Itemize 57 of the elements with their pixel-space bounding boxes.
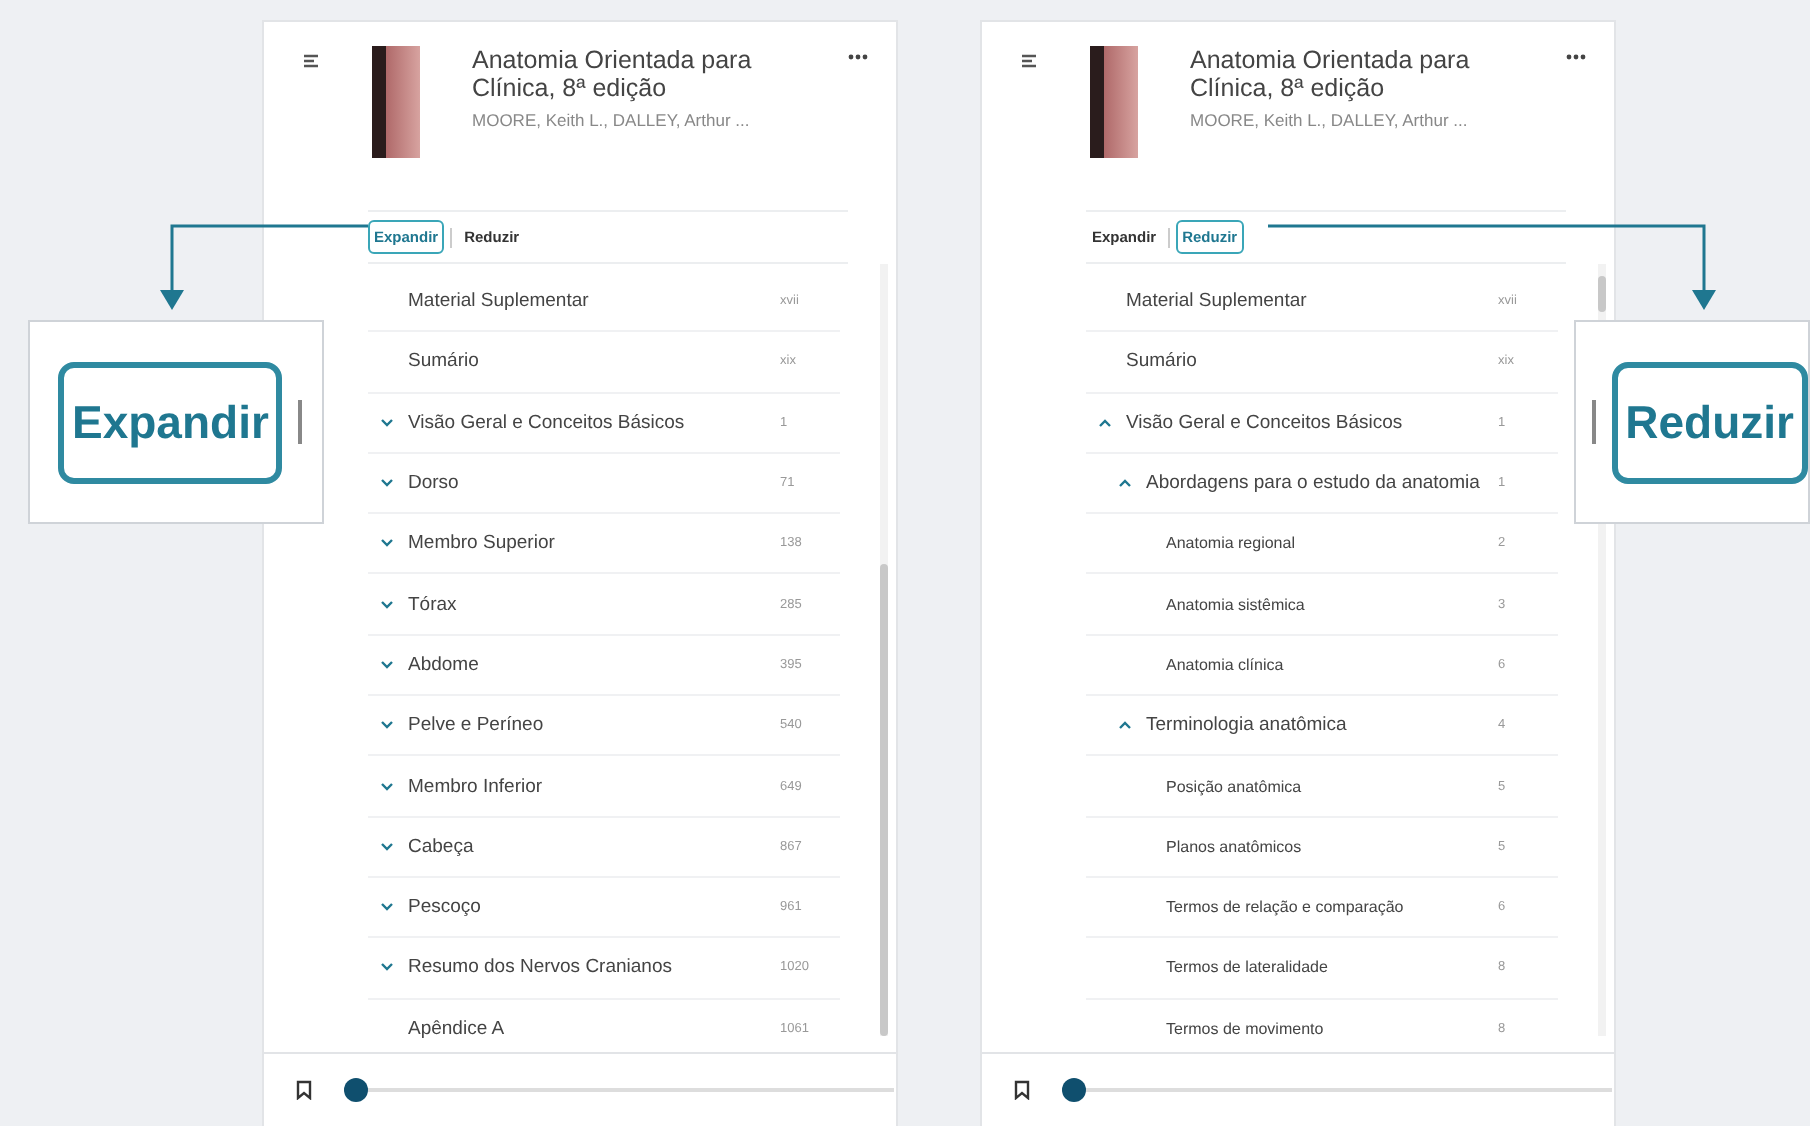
toc-entry-title: Termos de relação e comparação bbox=[1166, 898, 1406, 917]
toc-entry-title: Apêndice A bbox=[408, 1017, 507, 1040]
bookmark-icon[interactable] bbox=[296, 1080, 312, 1100]
book-title: Anatomia Orientada para Clínica, 8ª edição bbox=[472, 46, 754, 102]
chevron-down-icon[interactable] bbox=[380, 538, 394, 549]
book-cover-placeholder bbox=[1090, 46, 1138, 158]
menu-icon[interactable] bbox=[304, 54, 320, 68]
chevron-down-icon[interactable] bbox=[380, 599, 394, 610]
toc-entry-title: Material Suplementar bbox=[1126, 290, 1309, 313]
toc-entry-title: Anatomia sistêmica bbox=[1166, 595, 1307, 614]
toc-entry-title: Sumário bbox=[408, 350, 481, 373]
toc-entry-title: Cabeça bbox=[408, 835, 476, 858]
chevron-up-icon[interactable] bbox=[1098, 417, 1112, 428]
slider-thumb[interactable] bbox=[344, 1078, 368, 1102]
menu-icon[interactable] bbox=[1022, 54, 1038, 68]
chevron-down-icon[interactable] bbox=[380, 478, 394, 489]
toc-entry-title: Sumário bbox=[1126, 350, 1199, 373]
toc-entry-title: Pescoço bbox=[408, 896, 483, 919]
zoomed-toggle-button[interactable]: Reduzir bbox=[1611, 361, 1808, 483]
chevron-up-icon[interactable] bbox=[1118, 720, 1132, 731]
toc-entry-title: Material Suplementar bbox=[408, 290, 591, 313]
scrollbar-thumb[interactable] bbox=[1598, 276, 1606, 312]
chevron-down-icon[interactable] bbox=[380, 659, 394, 670]
chevron-down-icon[interactable] bbox=[380, 962, 394, 973]
toc-entry-title: Tórax bbox=[408, 593, 459, 616]
chevron-up-icon[interactable] bbox=[1118, 478, 1132, 489]
book-cover-placeholder bbox=[372, 46, 420, 158]
toc-entry-title: Membro Inferior bbox=[408, 775, 545, 798]
toc-entry-title: Termos de movimento bbox=[1166, 1019, 1326, 1038]
more-options-icon[interactable] bbox=[848, 54, 868, 60]
book-authors: MOORE, Keith L., DALLEY, Arthur ... bbox=[472, 110, 752, 130]
toc-entry-title: Visão Geral e Conceitos Básicos bbox=[1126, 411, 1405, 434]
toc-entry-title: Anatomia clínica bbox=[1166, 655, 1286, 674]
toc-entry-title: Pelve e Períneo bbox=[408, 714, 546, 737]
slider-thumb[interactable] bbox=[1062, 1078, 1086, 1102]
toc-entry-title: Visão Geral e Conceitos Básicos bbox=[408, 411, 687, 434]
chevron-down-icon[interactable] bbox=[380, 417, 394, 428]
more-options-icon[interactable] bbox=[1566, 54, 1586, 60]
chevron-down-icon[interactable] bbox=[380, 841, 394, 852]
toc-entry-title: Dorso bbox=[408, 472, 461, 495]
book-authors: MOORE, Keith L., DALLEY, Arthur ... bbox=[1190, 110, 1470, 130]
toc-entry-title: Abordagens para o estudo da anatomia bbox=[1146, 472, 1482, 495]
book-title: Anatomia Orientada para Clínica, 8ª edição bbox=[1190, 46, 1472, 102]
zoomed-toggle-button[interactable]: Expandir bbox=[58, 361, 283, 483]
toc-entry-title: Anatomia regional bbox=[1166, 534, 1297, 553]
toc-entry-title: Abdome bbox=[408, 653, 481, 676]
chevron-down-icon[interactable] bbox=[380, 902, 394, 913]
toc-entry-title: Planos anatômicos bbox=[1166, 837, 1304, 856]
toc-entry-title: Termos de lateralidade bbox=[1166, 958, 1330, 977]
chevron-down-icon[interactable] bbox=[380, 720, 394, 731]
bookmark-icon[interactable] bbox=[1014, 1080, 1030, 1100]
chevron-down-icon[interactable] bbox=[380, 781, 394, 792]
toc-entry-title: Resumo dos Nervos Cranianos bbox=[408, 956, 675, 979]
toc-entry-title: Membro Superior bbox=[408, 532, 557, 555]
scrollbar-thumb[interactable] bbox=[880, 564, 888, 1036]
toc-entry-title: Posição anatômica bbox=[1166, 777, 1304, 796]
toc-entry-title: Terminologia anatômica bbox=[1146, 714, 1349, 737]
